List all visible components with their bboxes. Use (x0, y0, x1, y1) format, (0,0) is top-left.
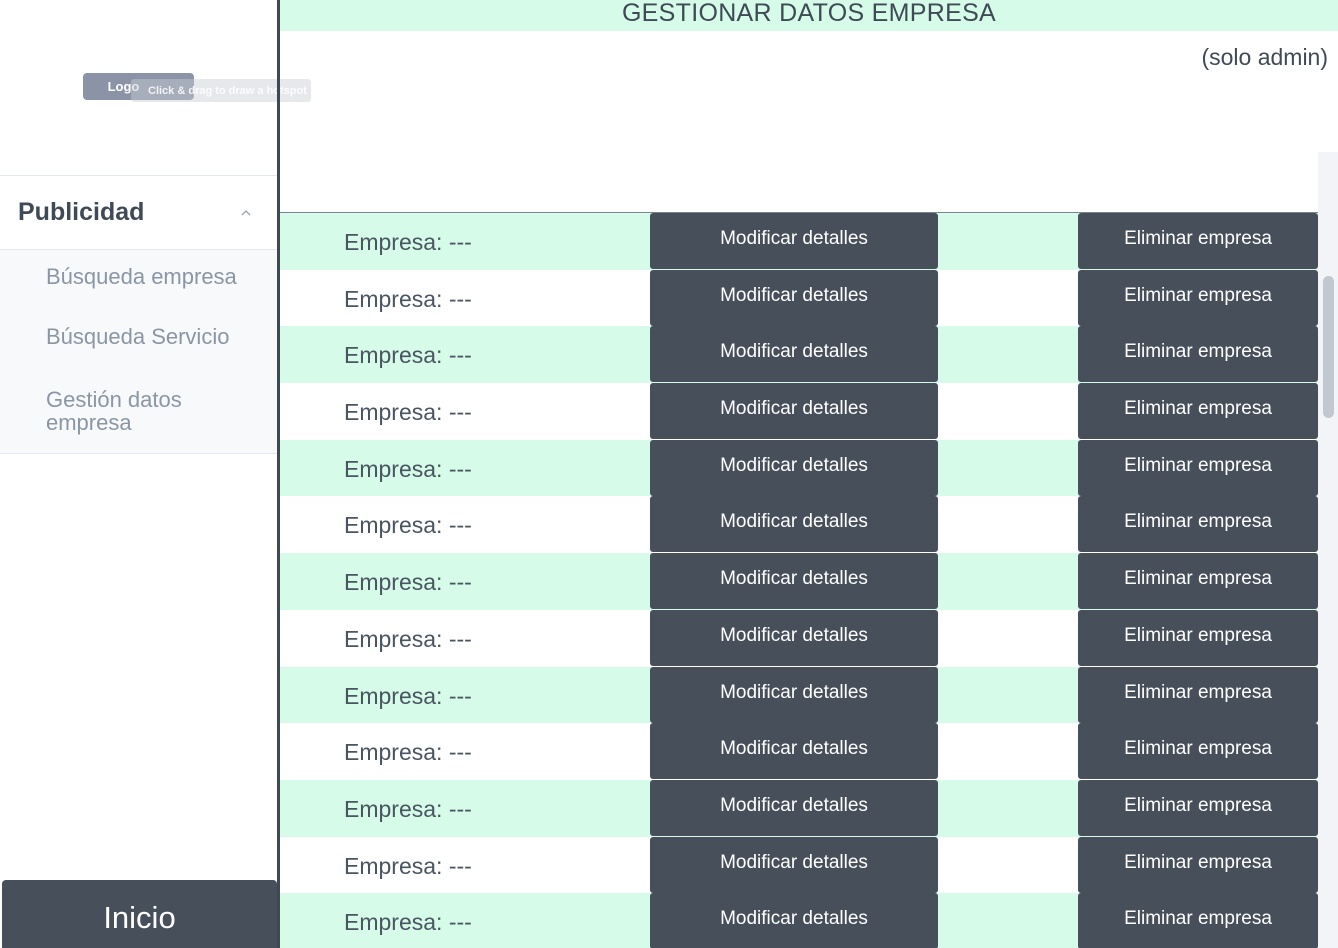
delete-company-button[interactable]: Eliminar empresa (1078, 779, 1318, 836)
modify-details-button[interactable]: Modificar detalles (650, 326, 938, 383)
modify-details-button[interactable]: Modificar detalles (650, 383, 938, 440)
company-label: Empresa: --- (344, 229, 472, 255)
table-row: Empresa: --- Modificar detalles Eliminar e… (280, 666, 1318, 724)
table-row: Empresa: --- Modificar detalles Eliminar e… (280, 609, 1318, 667)
admin-note: (solo admin) (1201, 44, 1328, 70)
modify-details-button[interactable]: Modificar detalles (650, 609, 938, 666)
table-row: Empresa: --- Modificar detalles Eliminar e… (280, 893, 1318, 948)
chevron-up-icon[interactable] (241, 208, 251, 218)
modify-details-button[interactable]: Modificar detalles (650, 496, 938, 553)
delete-company-button[interactable]: Eliminar empresa (1078, 213, 1318, 269)
sidebar-item-gestion-datos-empresa[interactable]: Gestión datos empresa (46, 388, 246, 434)
company-label: Empresa: --- (344, 909, 472, 936)
home-label: Inicio (103, 900, 176, 935)
table-row: Empresa: --- Modificar detalles Eliminar e… (280, 326, 1318, 384)
company-label: Empresa: --- (344, 795, 472, 822)
delete-company-button[interactable]: Eliminar empresa (1078, 836, 1318, 893)
company-label: Empresa: --- (344, 455, 472, 482)
table-row: Empresa: --- Modificar detalles Eliminar e… (280, 836, 1318, 894)
modify-details-button[interactable]: Modificar detalles (650, 439, 938, 496)
scrollbar-track[interactable] (1318, 152, 1338, 948)
sidebar: Logo Click & drag to draw a hotspot Publ… (0, 0, 311, 948)
submenu: Búsqueda empresa Búsqueda Servicio Gesti… (0, 250, 277, 453)
delete-company-button[interactable]: Eliminar empresa (1078, 666, 1318, 723)
page-title: GESTIONAR DATOS EMPRESA (621, 0, 997, 27)
table-row: Empresa: --- Modificar detalles Eliminar e… (280, 779, 1318, 837)
main-content: GESTIONAR DATOS EMPRESA (solo admin) Emp… (280, 0, 1338, 948)
company-label: Empresa: --- (344, 625, 472, 652)
sidebar-divider-bottom (0, 453, 277, 454)
table-row: Empresa: --- Modificar detalles Eliminar e… (280, 723, 1318, 780)
table-row: Empresa: --- Modificar detalles Eliminar e… (280, 553, 1318, 610)
section-title: Publicidad (18, 198, 145, 226)
company-label: Empresa: --- (344, 852, 472, 879)
delete-company-button[interactable]: Eliminar empresa (1078, 609, 1318, 666)
table-row: Empresa: --- Modificar detalles Eliminar e… (280, 213, 1318, 270)
modify-details-button[interactable]: Modificar detalles (650, 836, 938, 893)
delete-company-button[interactable]: Eliminar empresa (1078, 326, 1318, 383)
modify-details-button[interactable]: Modificar detalles (650, 893, 938, 948)
section-header-publicidad[interactable]: Publicidad (0, 176, 277, 249)
table-row: Empresa: --- Modificar detalles Eliminar e… (280, 496, 1318, 554)
company-label: Empresa: --- (344, 569, 472, 596)
company-list: Empresa: --- Modificar detalles Eliminar e… (280, 213, 1318, 948)
home-button[interactable]: Inicio (2, 880, 277, 948)
sidebar-item-busqueda-servicio[interactable]: Búsqueda Servicio (46, 325, 246, 348)
company-label: Empresa: --- (344, 399, 472, 426)
delete-company-button[interactable]: Eliminar empresa (1078, 383, 1318, 440)
modify-details-button[interactable]: Modificar detalles (650, 553, 938, 610)
modify-details-button[interactable]: Modificar detalles (650, 269, 938, 326)
table-row: Empresa: --- Modificar detalles Eliminar e… (280, 269, 1318, 327)
title-bar: GESTIONAR DATOS EMPRESA (280, 0, 1338, 31)
modify-details-button[interactable]: Modificar detalles (650, 779, 938, 836)
delete-company-button[interactable]: Eliminar empresa (1078, 553, 1318, 610)
delete-company-button[interactable]: Eliminar empresa (1078, 893, 1318, 948)
modify-details-button[interactable]: Modificar detalles (650, 666, 938, 723)
company-label: Empresa: --- (344, 682, 472, 709)
sidebar-item-busqueda-empresa[interactable]: Búsqueda empresa (46, 265, 246, 288)
table-row: Empresa: --- Modificar detalles Eliminar e… (280, 383, 1318, 440)
company-label: Empresa: --- (344, 739, 472, 766)
delete-company-button[interactable]: Eliminar empresa (1078, 439, 1318, 496)
company-label: Empresa: --- (344, 512, 472, 539)
company-label: Empresa: --- (344, 285, 472, 312)
table-row: Empresa: --- Modificar detalles Eliminar e… (280, 439, 1318, 497)
scrollbar-thumb[interactable] (1323, 276, 1334, 418)
company-label: Empresa: --- (344, 342, 472, 369)
delete-company-button[interactable]: Eliminar empresa (1078, 496, 1318, 553)
modify-details-button[interactable]: Modificar detalles (650, 723, 938, 780)
delete-company-button[interactable]: Eliminar empresa (1078, 269, 1318, 326)
delete-company-button[interactable]: Eliminar empresa (1078, 723, 1318, 780)
modify-details-button[interactable]: Modificar detalles (650, 213, 938, 269)
